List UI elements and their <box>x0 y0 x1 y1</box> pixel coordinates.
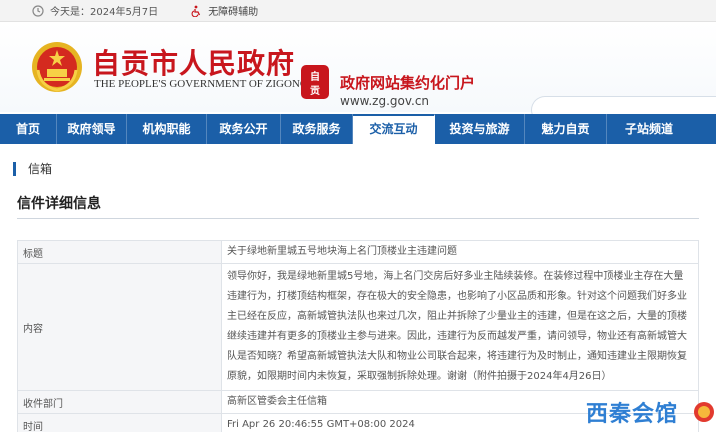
nav-item-sub-channels[interactable]: 子站频道 <box>607 114 691 144</box>
main-nav: 首页 政府领导 机构职能 政务公开 政务服务 交流互动 投资与旅游 魅力自贡 子… <box>0 114 716 144</box>
table-row: 内容 领导你好，我是绿地新里城5号地，海上名门交房后好多业主陆续装修。在装修过程… <box>17 263 699 391</box>
section-title: 信件详细信息 <box>17 196 101 212</box>
top-info-bar: 今天是：2024年5月7日 无障碍辅助 <box>0 0 716 22</box>
nav-item-functions[interactable]: 机构职能 <box>127 114 207 144</box>
svg-text:自: 自 <box>310 70 320 83</box>
row-label-title: 标题 <box>17 240 222 264</box>
portal-url[interactable]: www.zg.gov.cn <box>340 94 429 108</box>
accessibility-link[interactable]: 无障碍辅助 <box>190 3 258 18</box>
svg-text:贡: 贡 <box>310 85 320 97</box>
row-value-title: 关于绿地新里城五号地块海上名门顶楼业主违建问题 <box>221 240 699 264</box>
accessibility-label: 无障碍辅助 <box>208 7 259 18</box>
watermark-text: 西秦会馆 <box>586 402 679 427</box>
site-subtitle: THE PEOPLE'S GOVERNMENT OF ZIGONG <box>94 78 308 90</box>
breadcrumb-marker <box>13 161 16 176</box>
breadcrumb-mailbox[interactable]: 信箱 <box>28 160 52 177</box>
nav-item-services[interactable]: 政务服务 <box>281 114 353 144</box>
today-date: 今天是：2024年5月7日 <box>50 7 159 18</box>
wheelchair-icon <box>190 5 202 17</box>
section-divider <box>17 218 699 219</box>
row-label-content: 内容 <box>17 263 222 391</box>
site-title[interactable]: 自贡市人民政府 <box>92 42 295 82</box>
nav-item-charm-zigong[interactable]: 魅力自贡 <box>525 114 607 144</box>
nav-item-investment-tourism[interactable]: 投资与旅游 <box>435 114 525 144</box>
row-label-time: 时间 <box>17 413 222 432</box>
portal-name: 政府网站集约化门户 <box>340 74 476 92</box>
nav-item-home[interactable]: 首页 <box>0 114 57 144</box>
site-header: 自贡市人民政府 THE PEOPLE'S GOVERNMENT OF ZIGON… <box>0 22 716 124</box>
row-value-content: 领导你好，我是绿地新里城5号地，海上名门交房后好多业主陆续装修。在装修过程中顶楼… <box>221 263 699 391</box>
table-row: 标题 关于绿地新里城五号地块海上名门顶楼业主违建问题 <box>17 240 699 264</box>
zigong-seal-icon: 自 贡 <box>300 64 330 100</box>
row-label-department: 收件部门 <box>17 390 222 414</box>
clock-icon <box>32 4 44 17</box>
national-emblem-icon <box>30 40 84 94</box>
nav-item-leaders[interactable]: 政府领导 <box>57 114 127 144</box>
nav-item-disclosure[interactable]: 政务公开 <box>207 114 281 144</box>
watermark-badge-icon <box>692 398 716 428</box>
breadcrumb: 信箱 <box>13 160 52 177</box>
nav-item-interaction[interactable]: 交流互动 <box>353 114 435 144</box>
